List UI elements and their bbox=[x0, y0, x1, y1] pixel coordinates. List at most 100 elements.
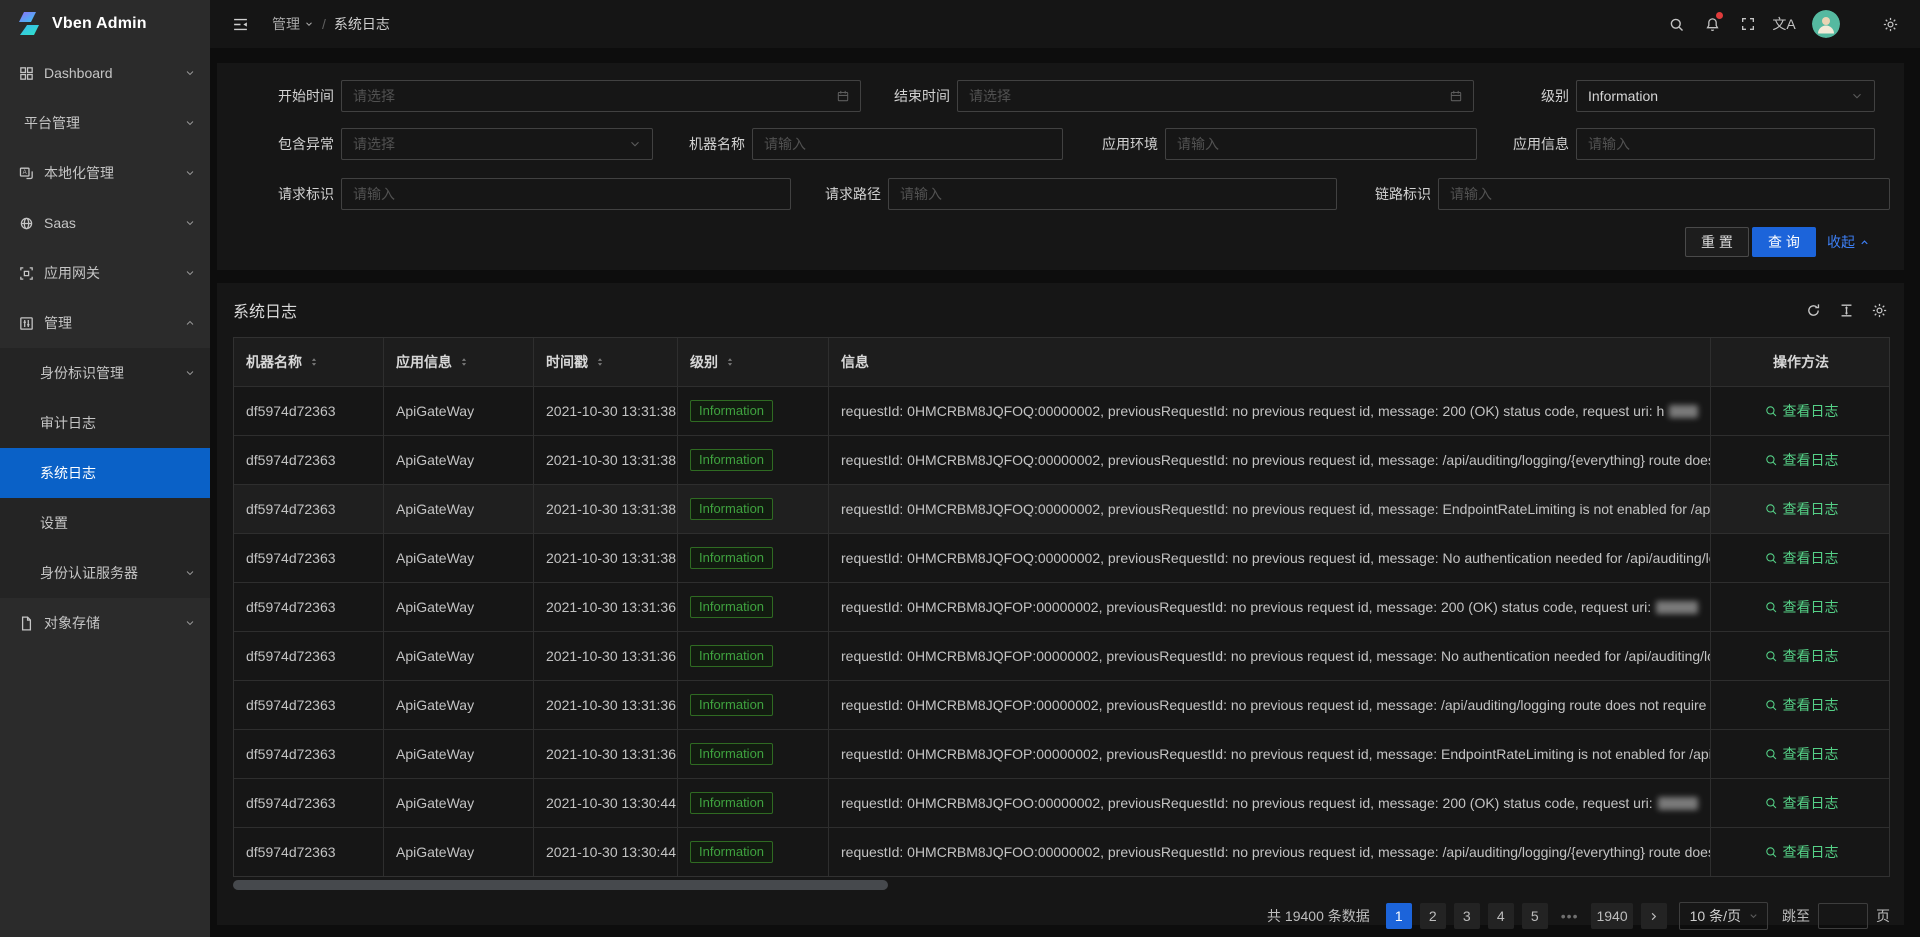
logo[interactable]: Vben Admin bbox=[0, 0, 210, 48]
view-log-link[interactable]: 查看日志 bbox=[1764, 744, 1839, 764]
view-log-link[interactable]: 查看日志 bbox=[1764, 499, 1839, 519]
page-button-1940[interactable]: 1940 bbox=[1591, 903, 1632, 929]
magnifier-icon bbox=[1764, 600, 1778, 614]
table-row[interactable]: df5974d72363ApiGateWay2021-10-30 13:31:3… bbox=[234, 582, 1889, 631]
trace-id-field: 链路标识请输入 bbox=[1371, 178, 1890, 210]
chevron-down-icon bbox=[1748, 911, 1759, 922]
magnifier-icon bbox=[1764, 796, 1778, 810]
level-field: 级别Information bbox=[1538, 80, 1875, 112]
sidebar-item-platform-management[interactable]: 平台管理 bbox=[0, 98, 210, 148]
next-page-button[interactable] bbox=[1641, 903, 1667, 929]
collapse-link[interactable]: 收起 bbox=[1827, 232, 1870, 252]
column-header-0[interactable]: 机器名称 bbox=[234, 338, 384, 386]
sidebar-item-auth-server[interactable]: 身份认证服务器 bbox=[0, 548, 210, 598]
sidebar-item-app-gateway[interactable]: 应用网关 bbox=[0, 248, 210, 298]
sidebar-item-localization[interactable]: A本地化管理 bbox=[0, 148, 210, 198]
sidebar-item-object-storage[interactable]: 对象存储 bbox=[0, 598, 210, 648]
sidebar-item-label: 设置 bbox=[40, 513, 68, 533]
page-button-3[interactable]: 3 bbox=[1454, 903, 1480, 929]
machine-name-input[interactable]: 请输入 bbox=[752, 128, 1063, 160]
column-header-2[interactable]: 时间戳 bbox=[534, 338, 678, 386]
refresh-icon[interactable] bbox=[1805, 302, 1822, 319]
gear-icon[interactable] bbox=[1871, 302, 1888, 319]
view-log-link[interactable]: 查看日志 bbox=[1764, 548, 1839, 568]
view-log-link[interactable]: 查看日志 bbox=[1764, 842, 1839, 862]
query-button[interactable]: 查 询 bbox=[1752, 227, 1816, 257]
bell-icon[interactable] bbox=[1694, 0, 1730, 48]
table-row[interactable]: df5974d72363ApiGateWay2021-10-30 13:31:3… bbox=[234, 435, 1889, 484]
app-title: Vben Admin bbox=[52, 15, 147, 33]
jump-page-input[interactable] bbox=[1818, 903, 1868, 929]
include-exception-input[interactable]: 请选择 bbox=[341, 128, 653, 160]
column-header-3[interactable]: 级别 bbox=[678, 338, 829, 386]
filter-buttons: 重 置 查 询 收起 bbox=[217, 227, 1904, 257]
breadcrumb-item-parent[interactable]: 管理 bbox=[272, 14, 314, 34]
sidebar-item-management[interactable]: 管理 bbox=[0, 298, 210, 348]
chevron-down-icon bbox=[1850, 89, 1864, 103]
page-button-1[interactable]: 1 bbox=[1386, 903, 1412, 929]
page-button-5[interactable]: 5 bbox=[1522, 903, 1548, 929]
sidebar-item-saas[interactable]: Saas bbox=[0, 198, 210, 248]
redacted-block bbox=[1658, 797, 1698, 810]
chevron-down-icon bbox=[184, 267, 196, 279]
sidebar-item-system-logs[interactable]: 系统日志 bbox=[0, 448, 210, 498]
cell-message: requestId: 0HMCRBM8JQFOP:00000002, previ… bbox=[841, 648, 1711, 664]
jump-to-page: 跳至 页 bbox=[1782, 903, 1890, 929]
field-label: 链路标识 bbox=[1371, 184, 1431, 204]
page-button-4[interactable]: 4 bbox=[1488, 903, 1514, 929]
table-row[interactable]: df5974d72363ApiGateWay2021-10-30 13:31:3… bbox=[234, 680, 1889, 729]
sidebar-item-audit-logs[interactable]: 审计日志 bbox=[0, 398, 210, 448]
request-path-input[interactable]: 请输入 bbox=[888, 178, 1337, 210]
translate-icon[interactable]: 文A bbox=[1766, 0, 1802, 48]
view-log-link[interactable]: 查看日志 bbox=[1764, 401, 1839, 421]
column-header-4: 信息 bbox=[829, 338, 1711, 386]
view-log-link[interactable]: 查看日志 bbox=[1764, 793, 1839, 813]
app-info-input[interactable]: 请输入 bbox=[1576, 128, 1875, 160]
page-button-2[interactable]: 2 bbox=[1420, 903, 1446, 929]
trace-id-input[interactable]: 请输入 bbox=[1438, 178, 1890, 210]
level-input[interactable]: Information bbox=[1576, 80, 1875, 112]
field-label: 应用环境 bbox=[1098, 134, 1158, 154]
table-row[interactable]: df5974d72363ApiGateWay2021-10-30 13:31:3… bbox=[234, 631, 1889, 680]
request-id-input[interactable]: 请输入 bbox=[341, 178, 791, 210]
level-badge: Information bbox=[690, 449, 773, 472]
sidebar-item-dashboard[interactable]: Dashboard bbox=[0, 48, 210, 98]
level-badge: Information bbox=[690, 596, 773, 619]
sidebar-item-settings[interactable]: 设置 bbox=[0, 498, 210, 548]
redacted-block bbox=[1656, 601, 1698, 614]
magnifier-icon bbox=[1764, 404, 1778, 418]
fullscreen-icon[interactable] bbox=[1730, 0, 1766, 48]
gear-icon[interactable] bbox=[1872, 0, 1908, 48]
column-header-1[interactable]: 应用信息 bbox=[384, 338, 534, 386]
cell-timestamp: 2021-10-30 13:31:36 bbox=[546, 648, 676, 664]
search-icon[interactable] bbox=[1658, 0, 1694, 48]
page-size-select[interactable]: 10 条/页 bbox=[1679, 902, 1768, 930]
table-row[interactable]: df5974d72363ApiGateWay2021-10-30 13:30:4… bbox=[234, 778, 1889, 827]
table-row[interactable]: df5974d72363ApiGateWay2021-10-30 13:30:4… bbox=[234, 827, 1889, 876]
view-log-link[interactable]: 查看日志 bbox=[1764, 597, 1839, 617]
view-log-link[interactable]: 查看日志 bbox=[1764, 646, 1839, 666]
end-time-input[interactable]: 请选择 bbox=[957, 80, 1474, 112]
sidebar-item-identity-management[interactable]: 身份标识管理 bbox=[0, 348, 210, 398]
table-row[interactable]: df5974d72363ApiGateWay2021-10-30 13:31:3… bbox=[234, 533, 1889, 582]
sidebar-item-label: 管理 bbox=[44, 313, 72, 333]
table-row[interactable]: df5974d72363ApiGateWay2021-10-30 13:31:3… bbox=[234, 729, 1889, 778]
scrollbar-thumb[interactable] bbox=[233, 880, 888, 890]
field-label: 结束时间 bbox=[890, 86, 950, 106]
start-time-input[interactable]: 请选择 bbox=[341, 80, 861, 112]
view-log-link[interactable]: 查看日志 bbox=[1764, 695, 1839, 715]
table-row[interactable]: df5974d72363ApiGateWay2021-10-30 13:31:3… bbox=[234, 386, 1889, 435]
sort-icon bbox=[458, 355, 470, 369]
cell-message: requestId: 0HMCRBM8JQFOP:00000002, previ… bbox=[841, 599, 1651, 615]
app-env-input[interactable]: 请输入 bbox=[1165, 128, 1477, 160]
view-log-link[interactable]: 查看日志 bbox=[1764, 450, 1839, 470]
reset-button[interactable]: 重 置 bbox=[1685, 227, 1749, 257]
pagination: 共 19400 条数据 12345•••1940 10 条/页 跳至 页 bbox=[217, 890, 1904, 930]
row-height-icon[interactable] bbox=[1838, 302, 1855, 319]
sidebar-fold-icon[interactable] bbox=[226, 0, 254, 48]
sidebar-item-label: 身份认证服务器 bbox=[40, 563, 138, 583]
chevron-down-icon bbox=[184, 367, 196, 379]
avatar[interactable] bbox=[1812, 10, 1840, 38]
cell-machine-name: df5974d72363 bbox=[246, 844, 336, 860]
table-row[interactable]: df5974d72363ApiGateWay2021-10-30 13:31:3… bbox=[234, 484, 1889, 533]
